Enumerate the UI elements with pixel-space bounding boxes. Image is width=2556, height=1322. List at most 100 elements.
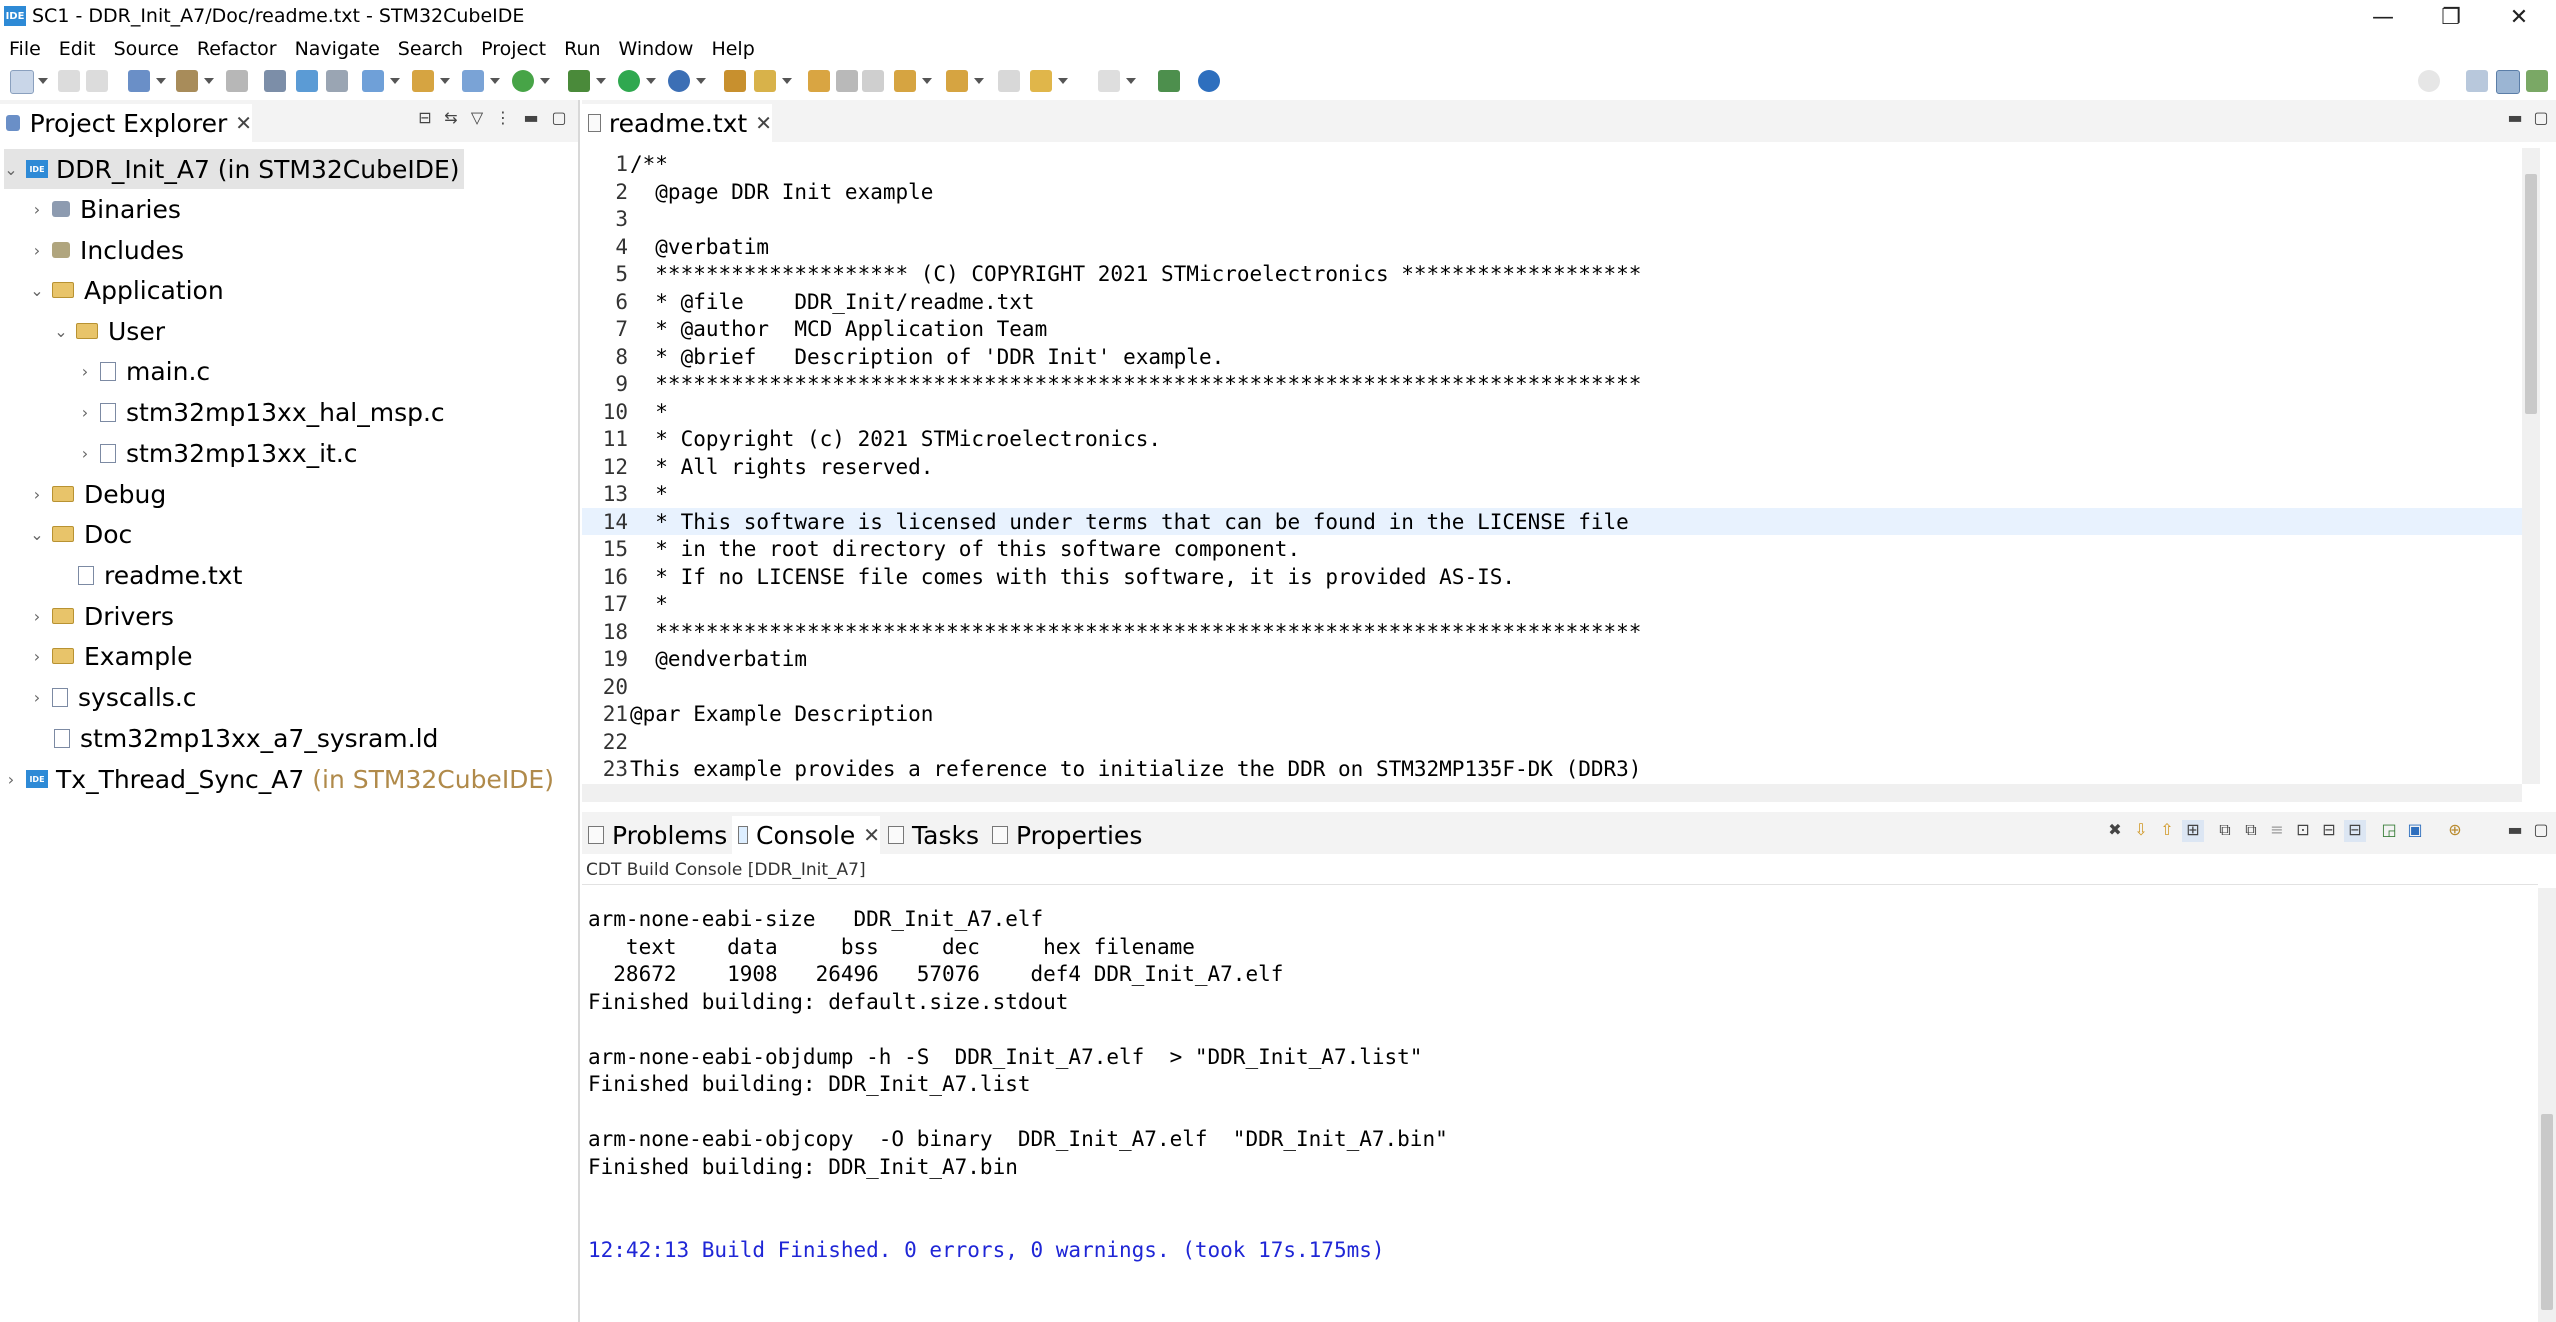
minimize-view-icon[interactable]: ▬ (2504, 108, 2526, 130)
tree-item-user[interactable]: ⌄ User (54, 311, 165, 351)
new-class-icon[interactable] (512, 70, 534, 92)
link-editor-icon[interactable]: ⇆ (440, 108, 462, 130)
build-icon[interactable] (176, 70, 198, 92)
tree-item-application[interactable]: ⌄ Application (30, 270, 223, 310)
debug-dropdown-icon[interactable] (596, 78, 606, 84)
show-whitespace-icon[interactable] (862, 70, 884, 92)
new-icon[interactable] (10, 70, 34, 94)
chevron-right-icon[interactable]: › (30, 200, 44, 219)
tab-properties[interactable]: Properties (986, 816, 1146, 854)
filter-icon[interactable]: ▽ (466, 108, 488, 130)
console-scroll-thumb[interactable] (2541, 1114, 2553, 1310)
menu-navigate[interactable]: Navigate (286, 38, 389, 60)
chevron-right-icon[interactable]: › (78, 444, 92, 463)
tab-readme[interactable]: readme.txt ✕ (582, 104, 772, 142)
run-dropdown-icon[interactable] (646, 78, 656, 84)
tree-item-includes[interactable]: › Includes (30, 230, 184, 270)
open-type-icon[interactable] (412, 70, 434, 92)
view-menu-icon[interactable]: ⋮ (492, 108, 514, 130)
build-config-icon[interactable] (128, 70, 150, 92)
new-source-dropdown-icon[interactable] (490, 78, 500, 84)
search-tool-icon[interactable] (754, 70, 776, 92)
save-all-icon[interactable] (86, 70, 108, 92)
chevron-right-icon[interactable]: › (30, 241, 44, 260)
clear-console-icon[interactable]: ≡ (2266, 820, 2288, 842)
chevron-right-icon[interactable]: › (30, 485, 44, 504)
remove-launch-icon[interactable]: ✖ (2104, 820, 2126, 842)
next-annotation-dropdown-icon[interactable] (922, 78, 932, 84)
debug-perspective-icon[interactable] (2526, 70, 2548, 92)
open-console-icon[interactable]: ◲ (2378, 820, 2400, 842)
new-source-icon[interactable] (462, 70, 484, 92)
external-tools-dropdown-icon[interactable] (696, 78, 706, 84)
chevron-down-icon[interactable]: ⌄ (54, 322, 68, 341)
tree-item-example[interactable]: › Example (30, 636, 193, 676)
menu-project[interactable]: Project (472, 38, 555, 60)
menu-help[interactable]: Help (702, 38, 763, 60)
chevron-right-icon[interactable]: › (30, 607, 44, 626)
close-button[interactable]: ✕ (2486, 0, 2552, 34)
previous-annotation-dropdown-icon[interactable] (974, 78, 984, 84)
tree-item-doc[interactable]: ⌄ Doc (30, 514, 132, 554)
chevron-down-icon[interactable]: ⌄ (4, 160, 18, 179)
minimize-button[interactable]: — (2350, 0, 2416, 34)
tree-item-main-c[interactable]: › main.c (78, 351, 210, 391)
display-console-icon[interactable]: ⊟ (2344, 820, 2366, 842)
open-type-dropdown-icon[interactable] (440, 78, 450, 84)
tree-project-ddr-init[interactable]: ⌄ IDE DDR_Init_A7 (in STM32CubeIDE) (4, 149, 464, 189)
chevron-right-icon[interactable]: › (30, 647, 44, 666)
debug-icon[interactable] (568, 70, 590, 92)
editor-vertical-scrollbar[interactable] (2522, 148, 2540, 784)
next-annotation-icon[interactable] (894, 70, 916, 92)
tree-item-drivers[interactable]: › Drivers (30, 596, 174, 636)
new-class-dropdown-icon[interactable] (540, 78, 550, 84)
build-dropdown-icon[interactable] (204, 78, 214, 84)
forward-icon[interactable] (1098, 70, 1120, 92)
close-icon[interactable]: ✕ (755, 111, 772, 135)
open-perspective-icon[interactable] (2466, 70, 2488, 92)
chevron-right-icon[interactable]: › (4, 770, 18, 789)
editor-horizontal-scrollbar[interactable] (582, 784, 2522, 802)
save-icon[interactable] (58, 70, 80, 92)
minimize-view-icon[interactable]: ▬ (520, 108, 542, 130)
search-icon[interactable] (2418, 70, 2440, 92)
chevron-right-icon[interactable]: › (30, 688, 44, 707)
menu-run[interactable]: Run (555, 38, 609, 60)
console-output[interactable]: arm-none-eabi-size DDR_Init_A7.elf text … (588, 906, 1448, 1181)
menu-window[interactable]: Window (610, 38, 703, 60)
tree-item-syscalls[interactable]: › syscalls.c (30, 677, 197, 717)
maximize-button[interactable]: ❐ (2418, 0, 2484, 34)
new-project-icon[interactable] (362, 70, 384, 92)
tree-item-readme[interactable]: readme.txt (78, 555, 242, 595)
chevron-right-icon[interactable]: › (78, 403, 92, 422)
close-icon[interactable]: ✕ (235, 111, 252, 135)
word-wrap-icon[interactable]: ⊡ (2292, 820, 2314, 842)
menu-edit[interactable]: Edit (50, 38, 105, 60)
menu-file[interactable]: File (0, 38, 50, 60)
tree-item-hal-msp[interactable]: › stm32mp13xx_hal_msp.c (78, 392, 445, 432)
collapse-all-icon[interactable]: ⊟ (414, 108, 436, 130)
chevron-down-icon[interactable]: ⌄ (30, 281, 44, 300)
console-menu-icon[interactable]: ▣ (2404, 820, 2426, 842)
scroll-lock-icon[interactable]: ⊞ (2182, 820, 2204, 842)
forward-dropdown-icon[interactable] (1126, 78, 1136, 84)
tree-item-linker-script[interactable]: stm32mp13xx_a7_sysram.ld (54, 718, 438, 758)
toggle-block-icon[interactable] (836, 70, 858, 92)
tab-project-explorer[interactable]: Project Explorer ✕ (0, 104, 252, 142)
paste-icon[interactable]: ⧉ (2240, 820, 2262, 842)
build-config-dropdown-icon[interactable] (156, 78, 166, 84)
external-tools-icon[interactable] (668, 70, 690, 92)
pin-console-icon[interactable]: ⊟ (2318, 820, 2340, 842)
copy-icon[interactable]: ⧉ (2214, 820, 2236, 842)
menu-refactor[interactable]: Refactor (188, 38, 286, 60)
tab-problems[interactable]: Problems (582, 816, 730, 854)
search-tool-dropdown-icon[interactable] (782, 78, 792, 84)
last-edit-icon[interactable] (998, 70, 1020, 92)
new-console-icon[interactable]: ⊕ (2444, 820, 2466, 842)
back-dropdown-icon[interactable] (1058, 78, 1068, 84)
console-vertical-scrollbar[interactable] (2538, 888, 2556, 1322)
toggle-mark-icon[interactable] (808, 70, 830, 92)
back-icon[interactable] (1030, 70, 1052, 92)
pin-editor-icon[interactable] (1158, 70, 1180, 92)
tree-project-tx-thread[interactable]: › IDE Tx_Thread_Sync_A7 (in STM32CubeIDE… (4, 759, 554, 799)
